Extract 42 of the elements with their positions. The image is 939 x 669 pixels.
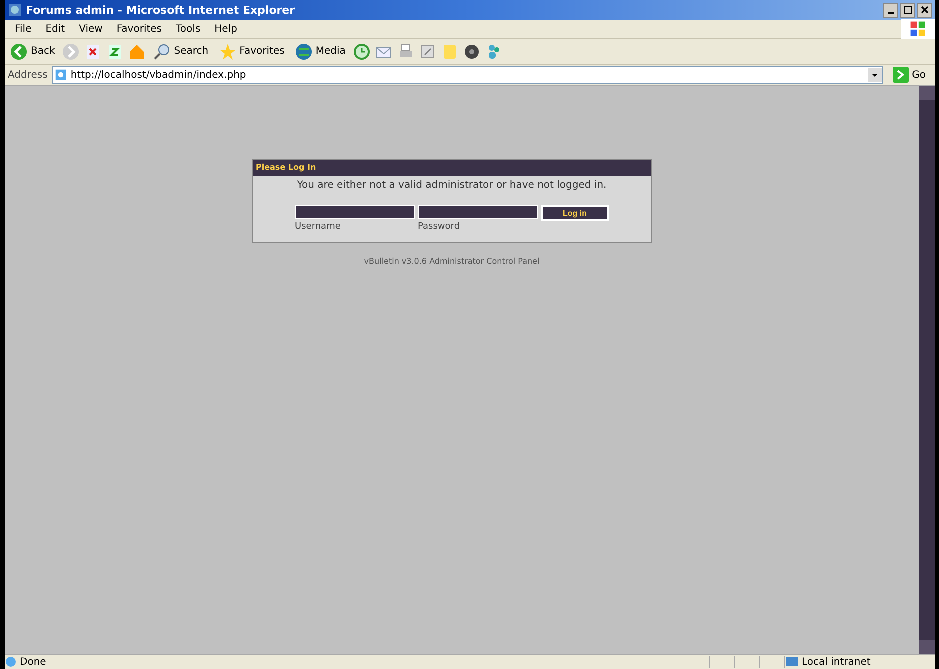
close-button[interactable] bbox=[917, 2, 932, 18]
error-message: You are either not a valid administrator or have not logged in. bbox=[296, 179, 608, 193]
menu-item[interactable]: Edit bbox=[40, 24, 72, 34]
minimize-icon bbox=[888, 12, 894, 14]
scrollbar[interactable] bbox=[919, 86, 935, 654]
maximize-icon bbox=[902, 5, 912, 15]
password-label: Password bbox=[418, 222, 462, 232]
gear-icon[interactable] bbox=[462, 42, 481, 60]
close-icon bbox=[920, 5, 930, 15]
search-icon bbox=[153, 42, 172, 60]
star-icon bbox=[218, 42, 237, 60]
address-field[interactable]: http://localhost/vbadmin/index.php bbox=[52, 66, 884, 84]
media-button[interactable]: Media bbox=[292, 42, 349, 60]
edit-icon[interactable] bbox=[418, 42, 437, 60]
page-icon bbox=[54, 69, 67, 81]
zone-text: Local intranet bbox=[802, 656, 871, 668]
menu-item[interactable]: Favorites bbox=[110, 24, 168, 34]
footer-text: vBulletin v3.0.6 Administrator Control Panel bbox=[364, 257, 540, 266]
minimize-button[interactable] bbox=[883, 2, 898, 18]
menu-item[interactable]: Help bbox=[208, 24, 244, 34]
address-label: Address bbox=[8, 70, 48, 80]
menu-item[interactable]: Tools bbox=[170, 24, 207, 34]
monitor-icon bbox=[785, 656, 799, 668]
menu-item[interactable]: View bbox=[73, 24, 109, 34]
page-icon bbox=[5, 656, 17, 668]
windows-flag-icon bbox=[901, 19, 935, 39]
home-icon[interactable] bbox=[128, 42, 146, 60]
search-button[interactable]: Search bbox=[150, 42, 212, 60]
go-button[interactable]: Go bbox=[887, 66, 932, 84]
panel-header: Please Log In bbox=[253, 160, 651, 176]
favorites-button[interactable]: Favorites bbox=[216, 42, 288, 60]
history-icon[interactable] bbox=[352, 42, 371, 60]
username-label: Username bbox=[295, 222, 342, 232]
username-field[interactable] bbox=[295, 205, 415, 219]
password-field[interactable] bbox=[418, 205, 538, 219]
window-title: Forums admin - Microsoft Internet Explorer bbox=[26, 4, 296, 16]
login-button[interactable]: Log in bbox=[541, 205, 609, 221]
menu-item[interactable]: File bbox=[9, 24, 38, 34]
back-button[interactable]: Back bbox=[7, 42, 58, 60]
status-text: Done bbox=[20, 656, 46, 668]
browser-icon bbox=[8, 3, 22, 17]
maximize-button[interactable] bbox=[900, 2, 915, 18]
